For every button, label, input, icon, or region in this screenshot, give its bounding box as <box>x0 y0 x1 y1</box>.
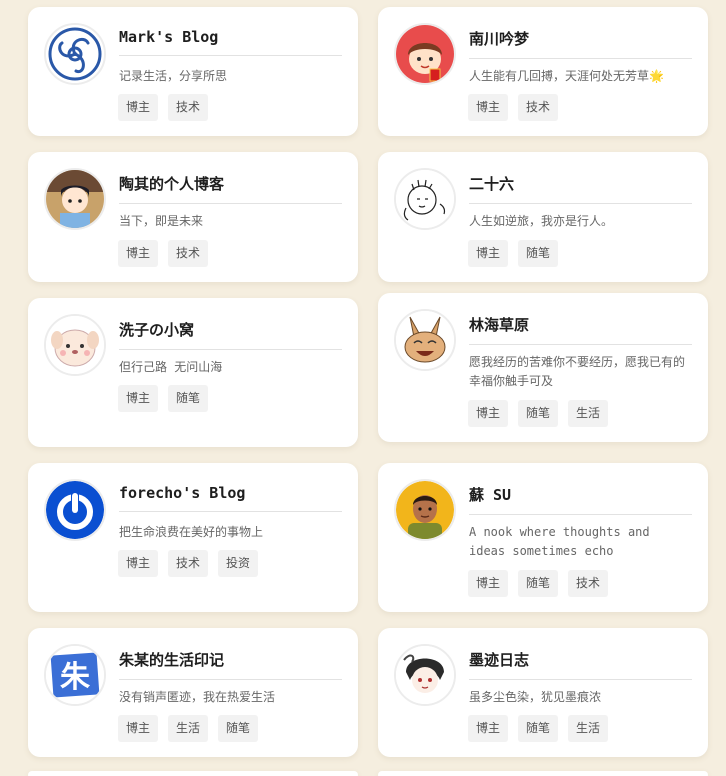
blog-description: 愿我经历的苦难你不要经历，愿我已有的幸福你触手可及 <box>469 355 686 388</box>
blog-card-partial[interactable] <box>28 771 358 776</box>
blog-card-forecho[interactable]: forecho's Blog 把生命浪费在美好的事物上 博主 技术 投资 <box>28 463 358 612</box>
tag-list: 博主 随笔 <box>118 385 209 412</box>
blog-avatar[interactable]: 朱 <box>44 644 106 706</box>
tag[interactable]: 投资 <box>218 550 259 577</box>
zhu-character-icon: 朱 <box>46 646 104 704</box>
blog-description: 人生能有几回搏，天涯何处无芳草🌟 <box>469 69 664 83</box>
blog-description: 把生命浪费在美好的事物上 <box>119 525 264 539</box>
tag[interactable]: 技术 <box>568 570 609 597</box>
tag[interactable]: 博主 <box>468 570 509 597</box>
tag[interactable]: 技术 <box>518 94 559 121</box>
blog-card-taoqi[interactable]: 陶其的个人博客 当下，即是未来 博主 技术 <box>28 152 358 282</box>
tag-list: 博主 随笔 生活 <box>468 715 609 742</box>
blog-name[interactable]: 墨迹日志 <box>469 649 692 680</box>
tag[interactable]: 博主 <box>468 715 509 742</box>
blog-description: 人生如逆旅，我亦是行人。 <box>469 214 614 228</box>
blog-avatar[interactable] <box>394 309 456 371</box>
cartoon-rabbit-icon <box>396 311 454 369</box>
blog-avatar[interactable] <box>394 168 456 230</box>
blog-card-linhai[interactable]: 林海草原 愿我经历的苦难你不要经历，愿我已有的幸福你触手可及 博主 随笔 生活 <box>378 293 708 442</box>
tag[interactable]: 技术 <box>168 550 209 577</box>
blog-description: 但行己路 无问山海 <box>119 360 223 374</box>
tag[interactable]: 生活 <box>568 400 609 427</box>
blog-card-partial[interactable] <box>378 771 708 776</box>
tag[interactable]: 随笔 <box>168 385 209 412</box>
tag[interactable]: 博主 <box>118 715 159 742</box>
tag-list: 博主 随笔 <box>468 240 559 267</box>
blog-card-marks-blog[interactable]: Mark's Blog 记录生活，分享所思 博主 技术 <box>28 7 358 136</box>
power-ring-icon <box>46 481 104 539</box>
tag[interactable]: 生活 <box>568 715 609 742</box>
blog-name[interactable]: 林海草原 <box>469 314 692 345</box>
blog-avatar[interactable] <box>44 479 106 541</box>
blog-name[interactable]: 陶其的个人博客 <box>119 173 342 204</box>
tag[interactable]: 博主 <box>118 550 159 577</box>
zhu-glyph: 朱 <box>60 660 91 695</box>
tag[interactable]: 博主 <box>118 385 159 412</box>
blog-card-zhumou[interactable]: 朱 朱某的生活印记 没有销声匿迹，我在热爱生活 博主 生活 随笔 <box>28 628 358 757</box>
blog-avatar[interactable] <box>44 23 106 85</box>
blog-name[interactable]: 二十六 <box>469 173 692 204</box>
tag[interactable]: 随笔 <box>518 240 559 267</box>
blog-description: 记录生活，分享所思 <box>119 69 228 83</box>
tag-list: 博主 技术 <box>118 240 209 267</box>
blog-avatar[interactable] <box>394 23 456 85</box>
tag-list: 博主 技术 <box>468 94 559 121</box>
tag[interactable]: 博主 <box>468 400 509 427</box>
blog-name[interactable]: 南川吟梦 <box>469 28 692 59</box>
tag-list: 博主 技术 投资 <box>118 550 259 577</box>
tag-list: 博主 生活 随笔 <box>118 715 259 742</box>
tag[interactable]: 随笔 <box>518 570 559 597</box>
blog-name[interactable]: 朱某的生活印记 <box>119 649 342 680</box>
doodle-face-icon <box>396 170 454 228</box>
friend-links-grid: Mark's Blog 记录生活，分享所思 博主 技术 南川吟梦 人生能有几回搏… <box>0 0 726 776</box>
blog-description: 虽多尘色染，犹见墨痕浓 <box>469 690 602 704</box>
tag[interactable]: 博主 <box>118 94 159 121</box>
blog-description: A nook where thoughts and ideas sometime… <box>469 525 650 558</box>
tag[interactable]: 随笔 <box>218 715 259 742</box>
tag[interactable]: 博主 <box>468 240 509 267</box>
blog-name[interactable]: 蘇 SU <box>469 484 692 515</box>
blog-name[interactable]: Mark's Blog <box>119 28 342 56</box>
tag[interactable]: 技术 <box>168 240 209 267</box>
cartoon-child-red-icon <box>396 25 454 83</box>
blog-name[interactable]: forecho's Blog <box>119 484 342 512</box>
blog-avatar[interactable] <box>394 479 456 541</box>
blog-avatar[interactable] <box>44 314 106 376</box>
blog-description: 当下，即是未来 <box>119 214 204 228</box>
blog-card-su[interactable]: 蘇 SU A nook where thoughts and ideas som… <box>378 463 708 612</box>
blog-avatar[interactable] <box>44 168 106 230</box>
tag[interactable]: 博主 <box>468 94 509 121</box>
blog-card-nanchuan[interactable]: 南川吟梦 人生能有几回搏，天涯何处无芳草🌟 博主 技术 <box>378 7 708 136</box>
tag[interactable]: 技术 <box>168 94 209 121</box>
blog-card-xizi[interactable]: 洗子の小窝 但行己路 无问山海 博主 随笔 <box>28 298 358 447</box>
tag[interactable]: 生活 <box>168 715 209 742</box>
tag[interactable]: 随笔 <box>518 715 559 742</box>
tag[interactable]: 博主 <box>118 240 159 267</box>
tag-list: 博主 随笔 生活 <box>468 400 609 427</box>
blog-name[interactable]: 洗子の小窝 <box>119 319 342 350</box>
blog-card-ershiliu[interactable]: 二十六 人生如逆旅，我亦是行人。 博主 随笔 <box>378 152 708 282</box>
cartoon-girl-icon <box>46 170 104 228</box>
tag-list: 博主 技术 <box>118 94 209 121</box>
swirl-pattern-icon <box>46 25 104 83</box>
cartoon-puppy-icon <box>46 316 104 374</box>
tag[interactable]: 随笔 <box>518 400 559 427</box>
cartoon-man-icon <box>396 481 454 539</box>
ink-girl-icon <box>396 646 454 704</box>
blog-description: 没有销声匿迹，我在热爱生活 <box>119 690 276 704</box>
tag-list: 博主 随笔 技术 <box>468 570 609 597</box>
blog-avatar[interactable] <box>394 644 456 706</box>
blog-card-moji[interactable]: 墨迹日志 虽多尘色染，犹见墨痕浓 博主 随笔 生活 <box>378 628 708 757</box>
